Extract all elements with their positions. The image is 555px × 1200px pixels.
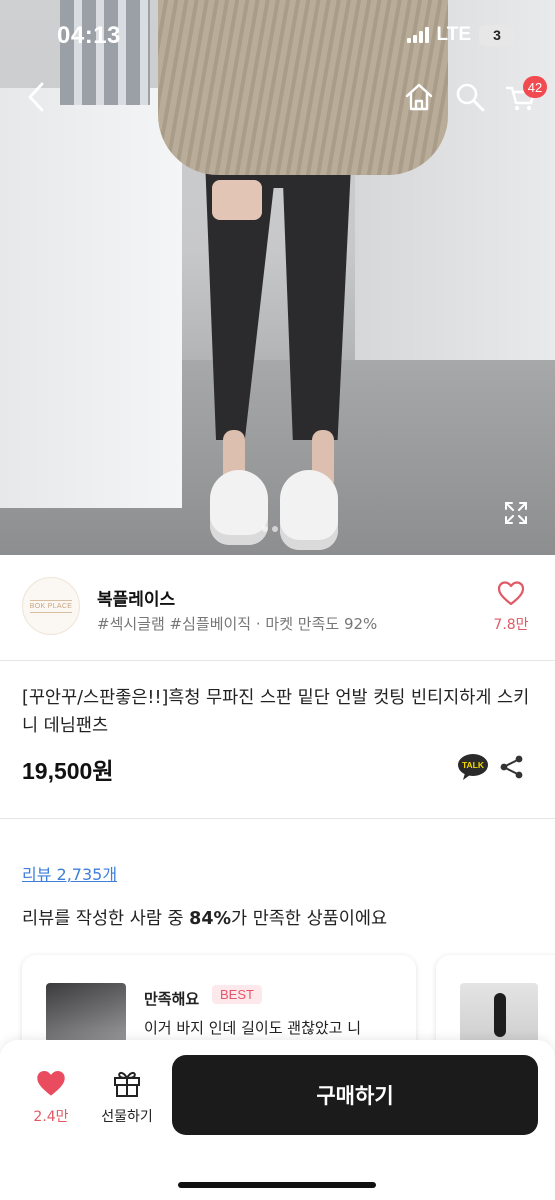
signal-icon	[406, 27, 429, 43]
white-pedestal	[0, 88, 182, 508]
knee-cut-detail	[212, 180, 262, 220]
back-button[interactable]	[20, 80, 54, 114]
heart-filled-icon	[37, 1071, 65, 1096]
network-label: LTE	[436, 24, 471, 45]
buy-button[interactable]: 구매하기	[172, 1055, 538, 1135]
left-shoe	[210, 470, 268, 545]
gift-label: 선물하기	[101, 1109, 153, 1125]
expand-icon	[505, 502, 527, 524]
review-satisfaction-percent: 84%	[189, 909, 232, 929]
section-divider	[0, 818, 555, 819]
heart-outline-icon	[497, 581, 525, 606]
review-count-link[interactable]: 리뷰 2,735개	[22, 861, 117, 885]
carousel-dots	[262, 517, 292, 532]
kakao-talk-button[interactable]: TALK	[457, 753, 489, 781]
review-summary: 리뷰를 작성한 사람 중 84%가 만족한 상품이에요	[22, 905, 387, 930]
review-photo	[46, 983, 126, 1043]
share-button[interactable]	[499, 754, 525, 780]
store-row[interactable]: BOK PLACE 복플레이스 #섹시글램 #심플베이직 · 마켓 만족도 92…	[0, 560, 555, 660]
share-icon	[500, 755, 523, 779]
status-bar: 04:13 LTE 3	[0, 0, 555, 70]
product-title: [꾸안꾸/스판좋은!!]흑청 무파진 스판 밑단 언발 컷팅 빈티지하게 스키니…	[22, 688, 530, 736]
right-shoe	[280, 470, 338, 550]
like-count: 2.4만	[33, 1109, 69, 1125]
status-indicators: LTE 3	[406, 24, 515, 46]
gift-icon	[114, 1071, 140, 1097]
store-favorite-button[interactable]: 7.8만	[488, 580, 534, 634]
store-logo-text: BOK PLACE	[29, 599, 73, 613]
svg-text:TALK: TALK	[462, 760, 485, 770]
search-button[interactable]	[453, 80, 487, 114]
section-divider	[0, 660, 555, 661]
home-indicator	[178, 1182, 376, 1188]
home-button[interactable]	[402, 80, 436, 114]
like-button[interactable]: 2.4만	[22, 1068, 80, 1130]
battery-icon: 3	[479, 24, 515, 46]
review-photo	[460, 983, 538, 1043]
review-text: 이거 바지 인데 길이도 괜찮았고 니	[144, 1019, 362, 1037]
store-logo[interactable]: BOK PLACE	[22, 577, 80, 635]
store-tags: #섹시글램 #심플베이직 · 마켓 만족도 92%	[97, 615, 378, 633]
gift-button[interactable]: 선물하기	[92, 1068, 162, 1130]
fullscreen-button[interactable]	[503, 500, 529, 526]
cart-count-badge: 42	[523, 76, 547, 98]
kakao-talk-icon: TALK	[458, 754, 488, 780]
review-rating: 만족해요	[144, 990, 200, 1008]
store-name[interactable]: 복플레이스	[97, 585, 175, 610]
status-time: 04:13	[57, 22, 121, 49]
chevron-left-icon	[28, 82, 44, 112]
best-badge: BEST	[212, 985, 262, 1004]
review-summary-prefix: 리뷰를 작성한 사람 중	[22, 909, 190, 929]
review-summary-suffix: 가 만족한 상품이에요	[231, 909, 388, 929]
product-price: 19,500원	[22, 758, 114, 784]
store-like-count: 7.8만	[493, 617, 529, 633]
search-icon	[456, 83, 485, 112]
home-icon	[405, 83, 433, 111]
